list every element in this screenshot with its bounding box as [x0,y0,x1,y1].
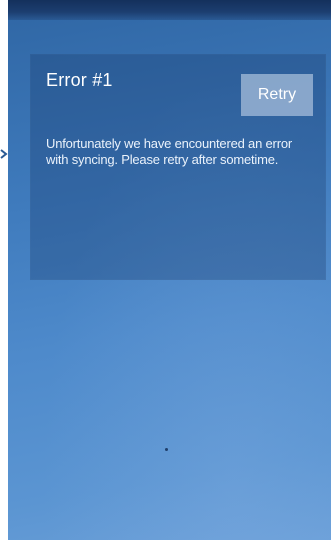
page-dot-indicator [165,448,168,451]
retry-button[interactable]: Retry [241,74,313,116]
error-card: Error #1 Retry Unfortunately we have enc… [30,54,326,280]
app-screen: Error #1 Retry Unfortunately we have enc… [8,0,331,540]
status-bar [8,0,331,20]
error-message: Unfortunately we have encountered an err… [46,136,292,167]
error-title: Error #1 [46,70,113,90]
chevron-right-icon [0,146,8,159]
